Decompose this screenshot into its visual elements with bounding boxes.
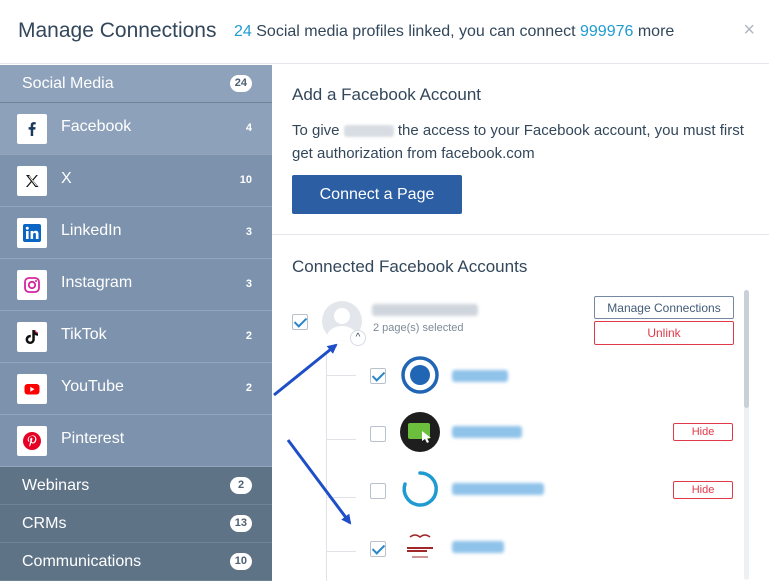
close-icon[interactable]: × — [743, 20, 755, 40]
sidebar-item-youtube[interactable]: YouTube 2 — [0, 363, 272, 415]
main-panel: Add a Facebook Account To give the acces… — [272, 65, 769, 581]
sidebar-item-label: LinkedIn — [61, 222, 122, 239]
hide-button[interactable]: Hide — [673, 423, 733, 441]
summary-text: Social media profiles linked, you can co… — [256, 23, 576, 40]
unlink-button[interactable]: Unlink — [594, 321, 734, 345]
linked-count: 24 — [234, 23, 252, 40]
sidebar-item-count: 2 — [245, 330, 252, 342]
chevron-up-icon[interactable]: ^ — [350, 330, 366, 346]
sidebar-item-label: Facebook — [61, 118, 132, 135]
page-avatar — [400, 527, 440, 567]
connected-accounts-heading: Connected Facebook Accounts — [292, 257, 528, 276]
tree-branch — [326, 375, 356, 376]
sidebar-item-label: YouTube — [61, 378, 124, 395]
modal-header: Manage Connections 24 Social media profi… — [0, 0, 769, 64]
linkedin-icon — [17, 218, 47, 248]
sidebar-category-communications[interactable]: Communications 10 — [0, 543, 272, 581]
description-start: To give — [292, 122, 340, 139]
tree-branch — [326, 439, 356, 440]
sidebar-item-label: X — [61, 170, 72, 187]
page-checkbox[interactable] — [370, 426, 386, 442]
tree-branch — [326, 497, 356, 498]
redacted-page-name — [452, 541, 504, 553]
page-avatar — [400, 412, 440, 452]
redacted-page-name — [452, 370, 508, 382]
category-count-badge: 13 — [229, 515, 252, 532]
page-checkbox[interactable] — [370, 368, 386, 384]
hide-button[interactable]: Hide — [673, 481, 733, 499]
sidebar-item-x[interactable]: X 10 — [0, 155, 272, 207]
remaining-count: 999976 — [580, 23, 634, 40]
add-account-description: To give the access to your Facebook acco… — [292, 119, 762, 165]
sidebar-item-tiktok[interactable]: TikTok 2 — [0, 311, 272, 363]
category-label: Webinars — [22, 477, 90, 494]
instagram-icon — [17, 270, 47, 300]
sidebar-item-count: 3 — [245, 278, 252, 290]
sidebar-item-linkedin[interactable]: LinkedIn 3 — [0, 207, 272, 259]
sidebar-item-facebook[interactable]: Facebook 4 — [0, 103, 272, 155]
category-count-badge: 10 — [229, 553, 252, 570]
tiktok-icon — [17, 322, 47, 352]
tree-branch — [326, 551, 356, 552]
sidebar-item-count: 2 — [245, 382, 252, 394]
page-avatar — [400, 469, 440, 509]
modal-title: Manage Connections — [18, 19, 217, 42]
connect-page-button[interactable]: Connect a Page — [292, 175, 462, 214]
account-checkbox[interactable] — [292, 314, 308, 330]
page-checkbox[interactable] — [370, 541, 386, 557]
category-count-badge: 2 — [230, 477, 252, 494]
category-label: Communications — [22, 553, 142, 570]
sidebar-item-count: 4 — [245, 122, 252, 134]
sidebar-item-instagram[interactable]: Instagram 3 — [0, 259, 272, 311]
sidebar-item-label: Instagram — [61, 274, 133, 291]
sidebar-category-crms[interactable]: CRMs 13 — [0, 505, 272, 543]
category-count-badge: 24 — [229, 75, 252, 92]
tree-connector — [326, 351, 327, 581]
section-divider — [272, 234, 769, 235]
summary-end: more — [637, 23, 675, 40]
sidebar-item-label: TikTok — [61, 326, 107, 343]
scrollbar[interactable] — [744, 290, 749, 580]
manage-connections-button[interactable]: Manage Connections — [594, 296, 734, 319]
redacted-app-name — [343, 125, 394, 138]
scrollbar-thumb[interactable] — [744, 290, 749, 408]
sidebar-category-social-media[interactable]: Social Media 24 — [0, 65, 272, 103]
redacted-page-name — [452, 426, 522, 438]
sidebar-category-webinars[interactable]: Webinars 2 — [0, 467, 272, 505]
sidebar-item-label: Pinterest — [61, 430, 125, 447]
connection-summary: 24 Social media profiles linked, you can… — [234, 23, 674, 41]
sidebar-item-pinterest[interactable]: Pinterest — [0, 415, 272, 467]
page-checkbox[interactable] — [370, 483, 386, 499]
page-avatar — [400, 355, 440, 395]
sidebar-item-count: 3 — [245, 226, 252, 238]
category-label: CRMs — [22, 515, 67, 532]
sidebar: Social Media 24 Facebook 4 X 10 LinkedIn… — [0, 65, 272, 581]
redacted-account-name — [372, 304, 478, 316]
facebook-icon — [17, 114, 47, 144]
pinterest-icon — [17, 426, 47, 456]
sidebar-item-count: 10 — [239, 174, 252, 186]
add-account-heading: Add a Facebook Account — [292, 85, 482, 104]
redacted-page-name — [452, 483, 544, 495]
x-icon — [17, 166, 47, 196]
youtube-icon — [17, 374, 47, 404]
pages-selected-count: 2 page(s) selected — [373, 322, 464, 334]
category-label: Social Media — [22, 75, 114, 92]
